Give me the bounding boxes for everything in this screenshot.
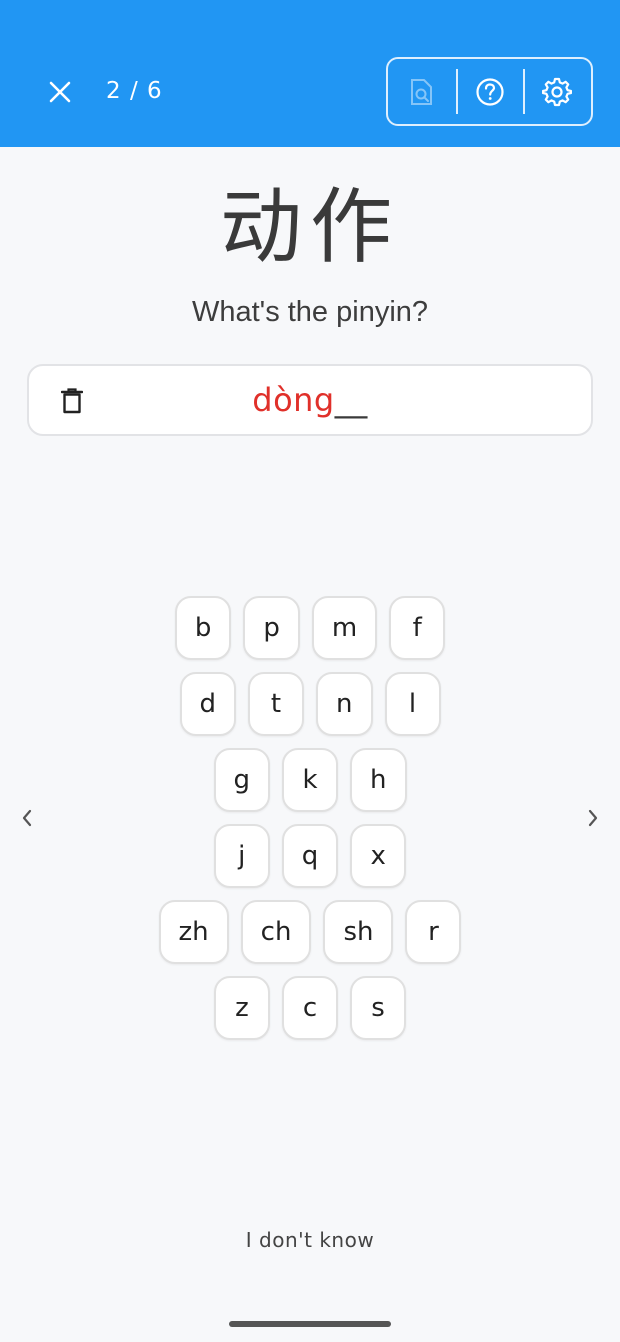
key-c[interactable]: c xyxy=(282,976,338,1040)
key-m[interactable]: m xyxy=(311,596,378,660)
key-k[interactable]: k xyxy=(282,748,339,812)
document-search-icon xyxy=(410,78,432,105)
key-z[interactable]: z xyxy=(214,976,270,1040)
key-q[interactable]: q xyxy=(281,824,339,888)
key-l[interactable]: l xyxy=(384,672,441,736)
top-bar: 2 / 6 xyxy=(0,0,620,147)
key-n[interactable]: n xyxy=(316,672,373,736)
keyboard-row: bpmf xyxy=(0,596,620,660)
close-button[interactable] xyxy=(42,74,78,110)
chevron-right-icon xyxy=(588,809,598,827)
key-f[interactable]: f xyxy=(389,596,446,660)
key-t[interactable]: t xyxy=(248,672,305,736)
progress-counter: 2 / 6 xyxy=(106,78,163,104)
key-d[interactable]: d xyxy=(179,672,237,736)
key-x[interactable]: x xyxy=(350,824,407,888)
answer-blank: __ xyxy=(334,381,368,419)
initials-keyboard: b p m f d t n l g k h j q x zh ch sh r z c s xyxy=(0,596,620,1052)
help-button[interactable] xyxy=(455,59,524,124)
key-j[interactable]: j xyxy=(213,824,270,888)
settings-button[interactable] xyxy=(523,59,591,124)
dont-know-button[interactable]: I don't know xyxy=(0,1228,620,1252)
close-icon xyxy=(49,81,71,103)
key-g[interactable]: g xyxy=(213,748,271,812)
clear-answer-button[interactable] xyxy=(55,384,89,418)
previous-page-button[interactable] xyxy=(15,806,39,830)
key-h[interactable]: h xyxy=(350,748,407,812)
gear-icon xyxy=(542,77,573,106)
trash-icon xyxy=(61,388,83,414)
key-ch[interactable]: ch xyxy=(240,900,312,964)
key-p[interactable]: p xyxy=(243,596,300,660)
document-search-button[interactable] xyxy=(388,59,456,124)
keyboard-row: jqx xyxy=(0,824,620,888)
answer-display: dòng __ xyxy=(29,366,591,434)
keyboard-row: dtnl xyxy=(0,672,620,736)
key-b[interactable]: b xyxy=(174,596,232,660)
key-r[interactable]: r xyxy=(405,900,462,964)
key-s[interactable]: s xyxy=(350,976,406,1040)
keyboard-row: zcs xyxy=(0,976,620,1040)
next-page-button[interactable] xyxy=(581,806,605,830)
keyboard-row: gkh xyxy=(0,748,620,812)
home-indicator xyxy=(229,1321,391,1327)
key-zh[interactable]: zh xyxy=(158,900,229,964)
question-prompt: What's the pinyin? xyxy=(191,296,429,328)
chevron-left-icon xyxy=(22,809,32,827)
answer-field: dòng __ xyxy=(27,364,593,436)
key-sh[interactable]: sh xyxy=(323,900,394,964)
help-circle-icon xyxy=(475,77,504,106)
keyboard-row: zh ch sh r xyxy=(0,900,620,964)
hanzi-character: 动作 xyxy=(219,180,400,275)
toolbar-group xyxy=(386,57,593,126)
typed-pinyin: dòng xyxy=(252,381,335,419)
